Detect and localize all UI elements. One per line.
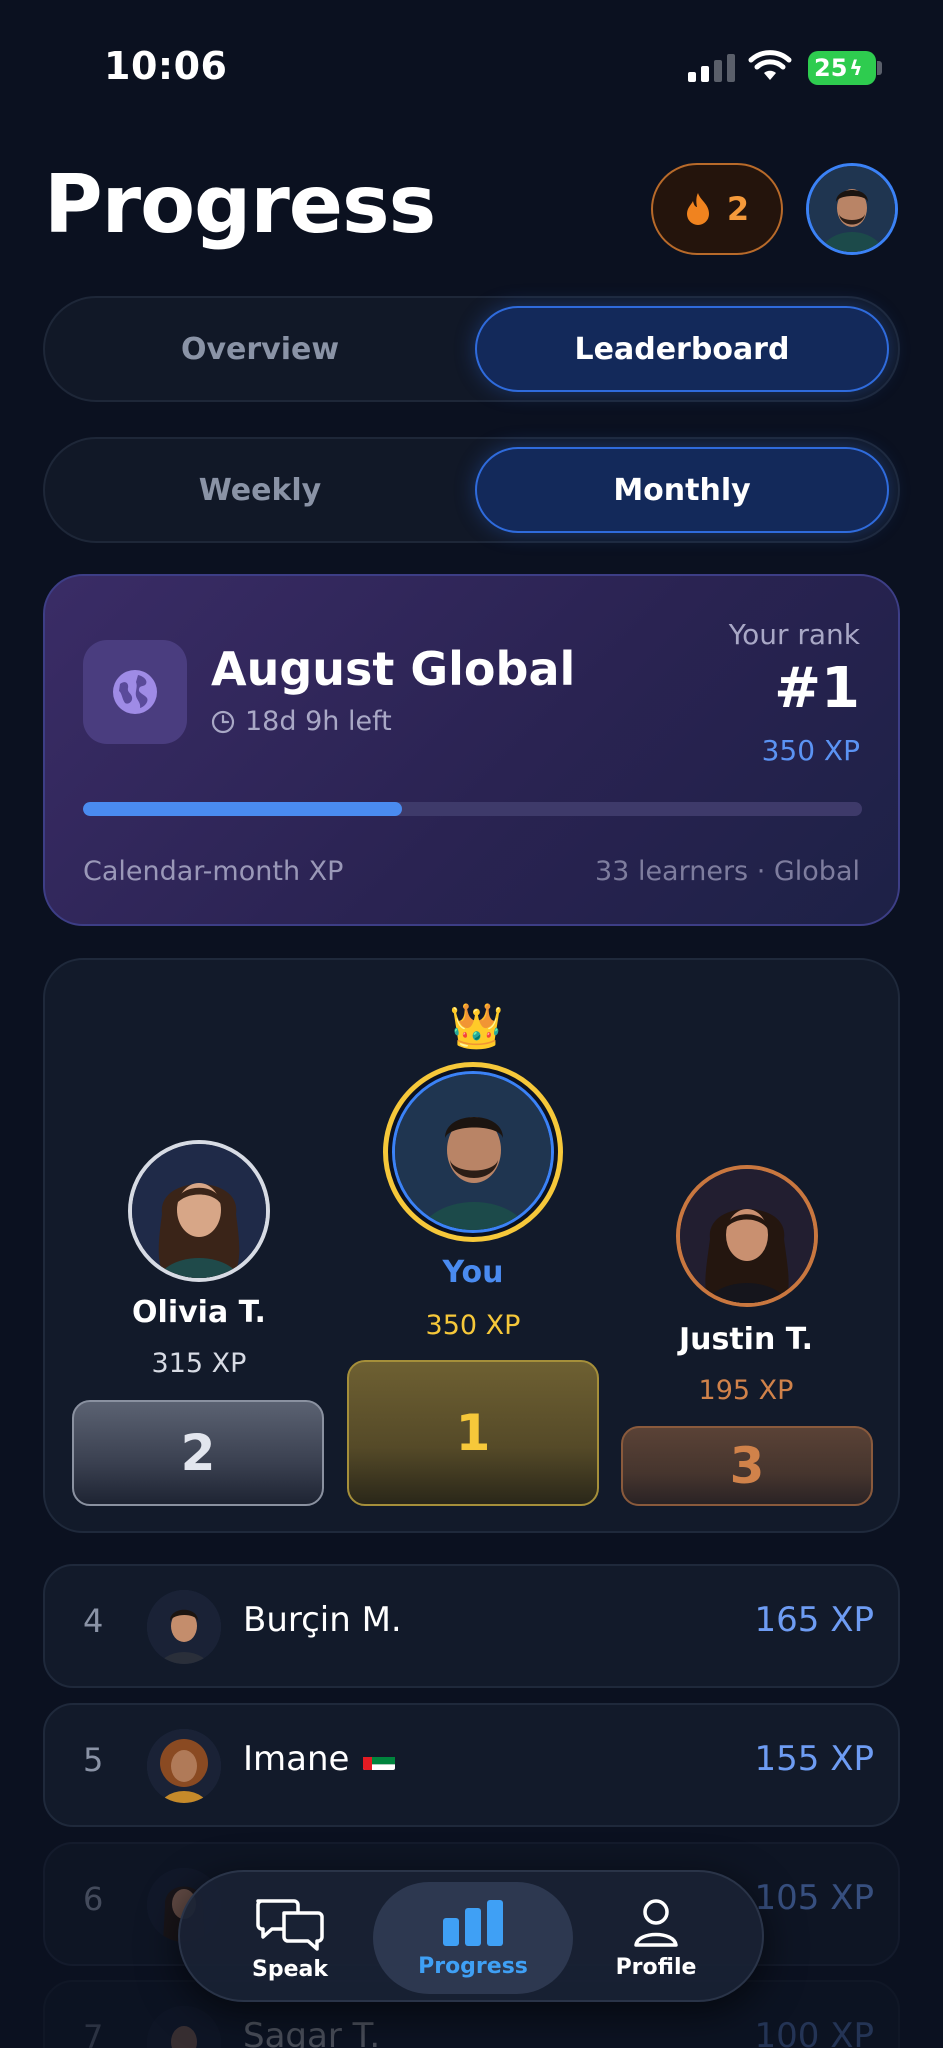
avatar-woman-icon — [132, 1144, 266, 1278]
cellular-signal-icon — [688, 54, 735, 82]
view-tabs: Overview Leaderboard — [43, 296, 900, 402]
battery-indicator: 25 ϟ — [808, 51, 876, 85]
bottom-navigation: Speak Progress Profile — [178, 1870, 764, 2002]
row-xp: 100 XP — [754, 2016, 875, 2048]
row-avatar — [147, 1590, 221, 1664]
row-name: Sagar T. — [243, 2016, 380, 2048]
row-rank: 6 — [83, 1880, 104, 1918]
competition-time: 18d 9h left — [211, 706, 392, 737]
row-name-text: Imane — [243, 1739, 350, 1779]
row-name: Imane — [243, 1739, 396, 1779]
nav-profile-label: Profile — [615, 1954, 697, 1980]
row-name-text: Burçin M. — [243, 1600, 402, 1640]
status-time: 10:06 — [104, 44, 228, 88]
avatar-man-icon — [147, 1590, 221, 1664]
globe-icon-tile — [83, 640, 187, 744]
flame-icon — [686, 193, 709, 225]
podium-block-second: 2 — [72, 1400, 324, 1506]
row-xp: 155 XP — [754, 1739, 875, 1779]
month-progress-fill — [83, 802, 403, 816]
row-rank: 4 — [83, 1602, 104, 1640]
chat-bubbles-icon — [256, 1898, 324, 1951]
time-left: 18d 9h left — [245, 706, 392, 737]
battery-tip — [877, 61, 882, 75]
first-place-xp: 350 XP — [425, 1310, 521, 1341]
podium-block-third: 3 — [621, 1426, 873, 1506]
person-icon — [634, 1898, 678, 1947]
avatar-woman-icon — [147, 1729, 221, 1803]
streak-count: 2 — [726, 190, 750, 228]
wifi-icon — [748, 50, 792, 80]
nav-speak[interactable]: Speak — [190, 1882, 390, 1994]
first-place-avatar[interactable] — [383, 1062, 563, 1242]
period-weekly[interactable]: Weekly — [53, 447, 467, 533]
avatar-man-icon — [809, 166, 895, 252]
streak-button[interactable]: 2 — [651, 163, 783, 255]
avatar-man-icon — [147, 2006, 221, 2048]
status-bar: 10:06 25 ϟ — [0, 0, 943, 140]
learners-count: 33 learners · Global — [595, 856, 860, 887]
third-place-avatar[interactable] — [676, 1165, 818, 1307]
nav-progress-label: Progress — [418, 1953, 528, 1979]
competition-title: August Global — [211, 642, 576, 696]
third-place-xp: 195 XP — [698, 1375, 794, 1406]
row-rank: 5 — [83, 1741, 104, 1779]
podium-block-first: 1 — [347, 1360, 599, 1506]
avatar-man-icon — [395, 1074, 551, 1230]
bar-chart-icon — [443, 1899, 503, 1946]
avatar-woman-icon — [680, 1169, 814, 1303]
page-title: Progress — [44, 158, 436, 251]
clock-icon — [211, 710, 235, 733]
battery-level: 25 — [814, 54, 848, 82]
charging-bolt-icon: ϟ — [849, 56, 863, 80]
tab-leaderboard[interactable]: Leaderboard — [475, 306, 889, 392]
row-avatar — [147, 2006, 221, 2048]
rank-value: #1 — [774, 656, 860, 721]
globe-icon — [113, 670, 157, 714]
row-name-text: Sagar T. — [243, 2016, 381, 2048]
nav-speak-label: Speak — [252, 1956, 328, 1982]
nav-profile[interactable]: Profile — [556, 1882, 756, 1994]
period-toggle: Weekly Monthly — [43, 437, 900, 543]
competition-card[interactable]: August Global 18d 9h left Your rank #1 3… — [43, 574, 900, 926]
second-place-xp: 315 XP — [151, 1348, 247, 1379]
tab-overview[interactable]: Overview — [53, 306, 467, 392]
nav-progress[interactable]: Progress — [373, 1882, 573, 1994]
crown-icon: 👑 — [449, 1001, 504, 1052]
xp-scope-label: Calendar-month XP — [83, 856, 344, 887]
rank-label: Your rank — [728, 618, 860, 651]
third-place-name: Justin T. — [678, 1322, 814, 1357]
podium-card: 👑 Olivia T. 315 XP You 350 XP Justin T. … — [43, 958, 900, 1533]
period-monthly[interactable]: Monthly — [475, 447, 889, 533]
leaderboard-row[interactable]: 4 Burçin M. 165 XP — [43, 1564, 900, 1688]
row-avatar — [147, 1729, 221, 1803]
uae-flag-icon — [363, 1748, 396, 1770]
row-rank: 7 — [83, 2018, 104, 2048]
row-xp: 165 XP — [754, 1600, 875, 1640]
second-place-avatar[interactable] — [128, 1140, 270, 1282]
row-xp: 105 XP — [754, 1878, 875, 1918]
rank-xp: 350 XP — [761, 734, 860, 767]
leaderboard-row[interactable]: 5 Imane 155 XP — [43, 1703, 900, 1827]
row-name: Burçin M. — [243, 1600, 402, 1640]
first-place-name: You — [442, 1255, 504, 1290]
second-place-name: Olivia T. — [132, 1295, 266, 1330]
month-progress-bar — [83, 802, 862, 816]
profile-avatar-button[interactable] — [806, 163, 898, 255]
